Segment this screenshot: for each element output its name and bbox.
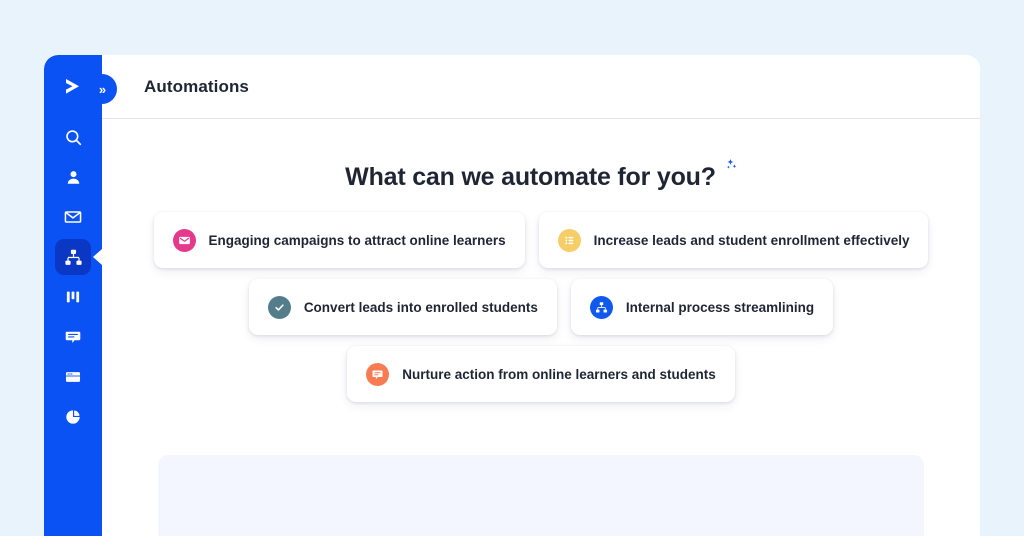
suggestion-label: Increase leads and student enrollment ef… <box>593 232 910 248</box>
envelope-icon <box>172 228 196 252</box>
check-circle-icon <box>267 295 291 319</box>
suggestion-label: Convert leads into enrolled students <box>303 299 538 315</box>
sidebar-item-automations[interactable] <box>55 239 102 275</box>
suggestion-row-3: Nurture action from online learners and … <box>347 346 735 402</box>
sidebar-item-reports[interactable] <box>55 399 91 435</box>
sidebar-item-email[interactable] <box>55 199 91 235</box>
suggestion-label: Nurture action from online learners and … <box>402 366 716 382</box>
person-icon <box>65 169 82 186</box>
active-item-pointer <box>93 249 102 265</box>
suggestion-row-2: Convert leads into enrolled students Int… <box>248 279 834 335</box>
sidebar-item-deals[interactable] <box>55 279 91 315</box>
main-area: Automations What can we automate for you… <box>102 55 980 536</box>
automation-hierarchy-icon <box>64 248 83 267</box>
suggestion-label: Internal process streamlining <box>625 299 815 315</box>
suggestion-card-increase-leads[interactable]: Increase leads and student enrollment ef… <box>538 212 929 268</box>
sidebar-item-conversations[interactable] <box>55 319 91 355</box>
sidebar-item-search[interactable] <box>55 119 91 155</box>
browser-window-icon <box>64 368 82 386</box>
suggestion-card-internal-process[interactable]: Internal process streamlining <box>570 279 834 335</box>
sidebar-item-contacts[interactable] <box>55 159 91 195</box>
heading-block: What can we automate for you? <box>345 159 737 191</box>
sidebar-nav-list <box>44 119 102 439</box>
bottom-panel <box>158 455 924 536</box>
suggestion-card-engaging-campaigns[interactable]: Engaging campaigns to attract online lea… <box>153 212 525 268</box>
suggestion-card-nurture-action[interactable]: Nurture action from online learners and … <box>347 346 735 402</box>
kanban-columns-icon <box>64 288 82 306</box>
suggestion-cards: Engaging campaigns to attract online lea… <box>102 212 980 402</box>
chevron-logo-icon <box>60 74 86 100</box>
content-area: What can we automate for you? Engaging c… <box>102 119 980 536</box>
suggestion-row-1: Engaging campaigns to attract online lea… <box>153 212 929 268</box>
envelope-icon <box>64 208 82 226</box>
chat-bubble-icon <box>64 328 82 346</box>
automation-hierarchy-icon <box>589 295 613 319</box>
page-title: Automations <box>144 76 249 96</box>
page-heading: What can we automate for you? <box>345 163 716 191</box>
search-icon <box>64 128 83 147</box>
chat-bubble-icon <box>366 362 390 386</box>
suggestion-label: Engaging campaigns to attract online lea… <box>208 232 506 248</box>
suggestion-card-convert-leads[interactable]: Convert leads into enrolled students <box>248 279 557 335</box>
top-bar: Automations <box>102 55 980 119</box>
list-icon <box>557 228 581 252</box>
sidebar-item-pages[interactable] <box>55 359 91 395</box>
pie-chart-icon <box>64 408 82 426</box>
double-chevron-right-icon: » <box>98 81 106 97</box>
sidebar <box>44 55 102 536</box>
app-window: » Automations What can we automate for y… <box>44 55 980 536</box>
ai-sparkle-icon <box>717 157 737 177</box>
sidebar-collapse-button[interactable]: » <box>87 74 117 104</box>
